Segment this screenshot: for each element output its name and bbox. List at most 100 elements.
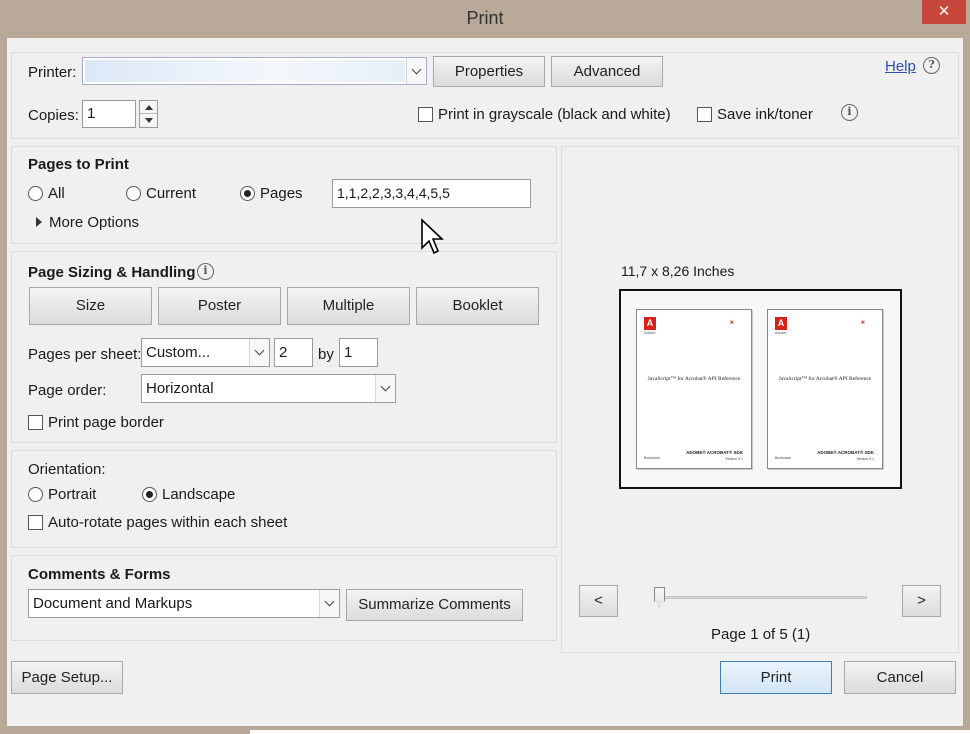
- size-button-label: Size: [75, 297, 106, 314]
- taskbar-strip: [250, 730, 970, 734]
- pages-rows-input[interactable]: 1: [339, 338, 378, 367]
- radio-landscape[interactable]: [142, 487, 157, 502]
- pages-rows-value: 1: [344, 344, 353, 361]
- page-setup-button[interactable]: Page Setup...: [11, 661, 123, 694]
- info-icon[interactable]: i: [841, 104, 858, 121]
- printer-select[interactable]: [82, 57, 427, 85]
- auto-rotate-label: Auto-rotate pages within each sheet: [48, 514, 288, 531]
- prev-page-button[interactable]: <: [579, 585, 618, 617]
- window-title: Print: [466, 8, 504, 28]
- preview-brand: Adobe: [644, 330, 656, 335]
- radio-current-label: Current: [146, 185, 197, 202]
- copies-input[interactable]: 1: [82, 100, 136, 128]
- radio-current[interactable]: [126, 186, 141, 201]
- next-page-button[interactable]: >: [902, 585, 941, 617]
- pages-per-sheet-label: Pages per sheet:: [28, 346, 142, 363]
- close-button[interactable]: ✕: [922, 0, 966, 24]
- print-button[interactable]: Print: [720, 661, 832, 694]
- page-slider-track[interactable]: [657, 596, 867, 599]
- preview-page-left-note: Bookmark: [644, 456, 660, 460]
- radio-portrait[interactable]: [28, 487, 43, 502]
- copies-stepper[interactable]: [139, 100, 158, 128]
- properties-button-label: Properties: [454, 63, 524, 80]
- printer-label: Printer:: [28, 64, 77, 81]
- preview-page-left-note: Bookmark: [775, 456, 791, 460]
- multiple-button[interactable]: Multiple: [287, 287, 410, 325]
- radio-pages-label: Pages: [260, 185, 303, 202]
- poster-button-label: Poster: [197, 297, 242, 314]
- stepper-down-icon[interactable]: [140, 114, 157, 127]
- chevron-down-icon: [249, 339, 269, 366]
- comments-heading: Comments & Forms: [28, 566, 171, 583]
- page-order-label: Page order:: [28, 382, 107, 399]
- booklet-button-label: Booklet: [452, 297, 503, 314]
- comments-select-value: Document and Markups: [33, 595, 193, 612]
- preview-page-version: Version 9.1: [856, 457, 874, 461]
- chevron-down-icon: [319, 590, 339, 617]
- printer-panel: Printer: Properties Advanced Help ? Copi…: [11, 52, 959, 139]
- help-glyph: ?: [928, 58, 935, 71]
- help-circle-icon[interactable]: ?: [923, 57, 940, 74]
- stepper-up-icon[interactable]: [140, 101, 157, 114]
- pages-per-sheet-select[interactable]: Custom...: [141, 338, 270, 367]
- summarize-comments-button[interactable]: Summarize Comments: [346, 589, 523, 621]
- preview-page-version: Version 9.1: [725, 457, 743, 461]
- preview-page-footer: ADOBE® ACROBAT® SDK: [817, 450, 874, 455]
- copies-value: 1: [87, 105, 96, 122]
- multiple-button-label: Multiple: [322, 297, 375, 314]
- page-status: Page 1 of 5 (1): [711, 626, 811, 643]
- radio-pages[interactable]: [240, 186, 255, 201]
- save-ink-label: Save ink/toner: [717, 106, 813, 123]
- page-slider-thumb[interactable]: [654, 587, 665, 607]
- copies-label: Copies:: [28, 107, 79, 124]
- info-glyph: i: [847, 105, 852, 118]
- summarize-comments-label: Summarize Comments: [358, 596, 511, 613]
- chevron-down-icon: [375, 375, 395, 402]
- paper-size-label: 11,7 x 8,26 Inches: [621, 263, 735, 279]
- sizing-info-icon[interactable]: i: [197, 263, 214, 280]
- preview-panel: 11,7 x 8,26 Inches A Adobe ✴ JavaScript™…: [561, 146, 959, 653]
- preview-page-heading: JavaScript™ for Acrobat® API Reference: [778, 376, 872, 382]
- print-border-label: Print page border: [48, 414, 164, 431]
- pages-range-value: 1,1,2,2,3,3,4,4,5,5: [337, 185, 450, 201]
- pages-per-sheet-value: Custom...: [146, 344, 211, 361]
- help-link[interactable]: Help: [885, 58, 916, 75]
- pages-range-input[interactable]: 1,1,2,2,3,3,4,4,5,5: [332, 179, 531, 208]
- advanced-button-label: Advanced: [573, 63, 641, 80]
- radio-portrait-label: Portrait: [48, 486, 97, 503]
- cancel-button-label: Cancel: [876, 669, 924, 686]
- radio-all[interactable]: [28, 186, 43, 201]
- orientation-panel: Orientation: Portrait Landscape Auto-rot…: [11, 450, 557, 548]
- comments-select[interactable]: Document and Markups: [28, 589, 340, 618]
- grayscale-label: Print in grayscale (black and white): [438, 106, 671, 123]
- poster-button[interactable]: Poster: [158, 287, 281, 325]
- preview-page-footer: ADOBE® ACROBAT® SDK: [686, 450, 743, 455]
- comments-forms-panel: Comments & Forms Document and Markups Su…: [11, 555, 557, 641]
- print-dialog: Printer: Properties Advanced Help ? Copi…: [7, 38, 963, 726]
- cancel-button[interactable]: Cancel: [844, 661, 956, 694]
- size-button[interactable]: Size: [29, 287, 152, 325]
- page-order-value: Horizontal: [146, 380, 214, 397]
- properties-button[interactable]: Properties: [433, 56, 545, 87]
- more-options-link[interactable]: More Options: [49, 214, 139, 231]
- prev-page-label: <: [594, 592, 603, 609]
- pages-to-print-panel: Pages to Print All Current Pages 1,1,2,2…: [11, 146, 557, 244]
- preview-page: A Adobe ✴ JavaScript™ for Acrobat® API R…: [767, 309, 883, 469]
- next-page-label: >: [917, 592, 926, 609]
- auto-rotate-checkbox[interactable]: [28, 515, 43, 530]
- print-border-checkbox[interactable]: [28, 415, 43, 430]
- acrobat-logo-icon: ✴: [859, 318, 867, 327]
- title-bar: Print ✕: [0, 0, 970, 38]
- expand-triangle-icon[interactable]: [36, 217, 42, 227]
- advanced-button[interactable]: Advanced: [551, 56, 663, 87]
- chevron-down-icon: [406, 58, 426, 84]
- page-order-select[interactable]: Horizontal: [141, 374, 396, 403]
- pages-cols-input[interactable]: 2: [274, 338, 313, 367]
- print-button-label: Print: [760, 669, 792, 686]
- booklet-button[interactable]: Booklet: [416, 287, 539, 325]
- acrobat-logo-icon: ✴: [728, 318, 736, 327]
- by-label: by: [318, 346, 334, 363]
- mouse-cursor-icon: [421, 218, 444, 255]
- save-ink-checkbox[interactable]: [697, 107, 712, 122]
- grayscale-checkbox[interactable]: [418, 107, 433, 122]
